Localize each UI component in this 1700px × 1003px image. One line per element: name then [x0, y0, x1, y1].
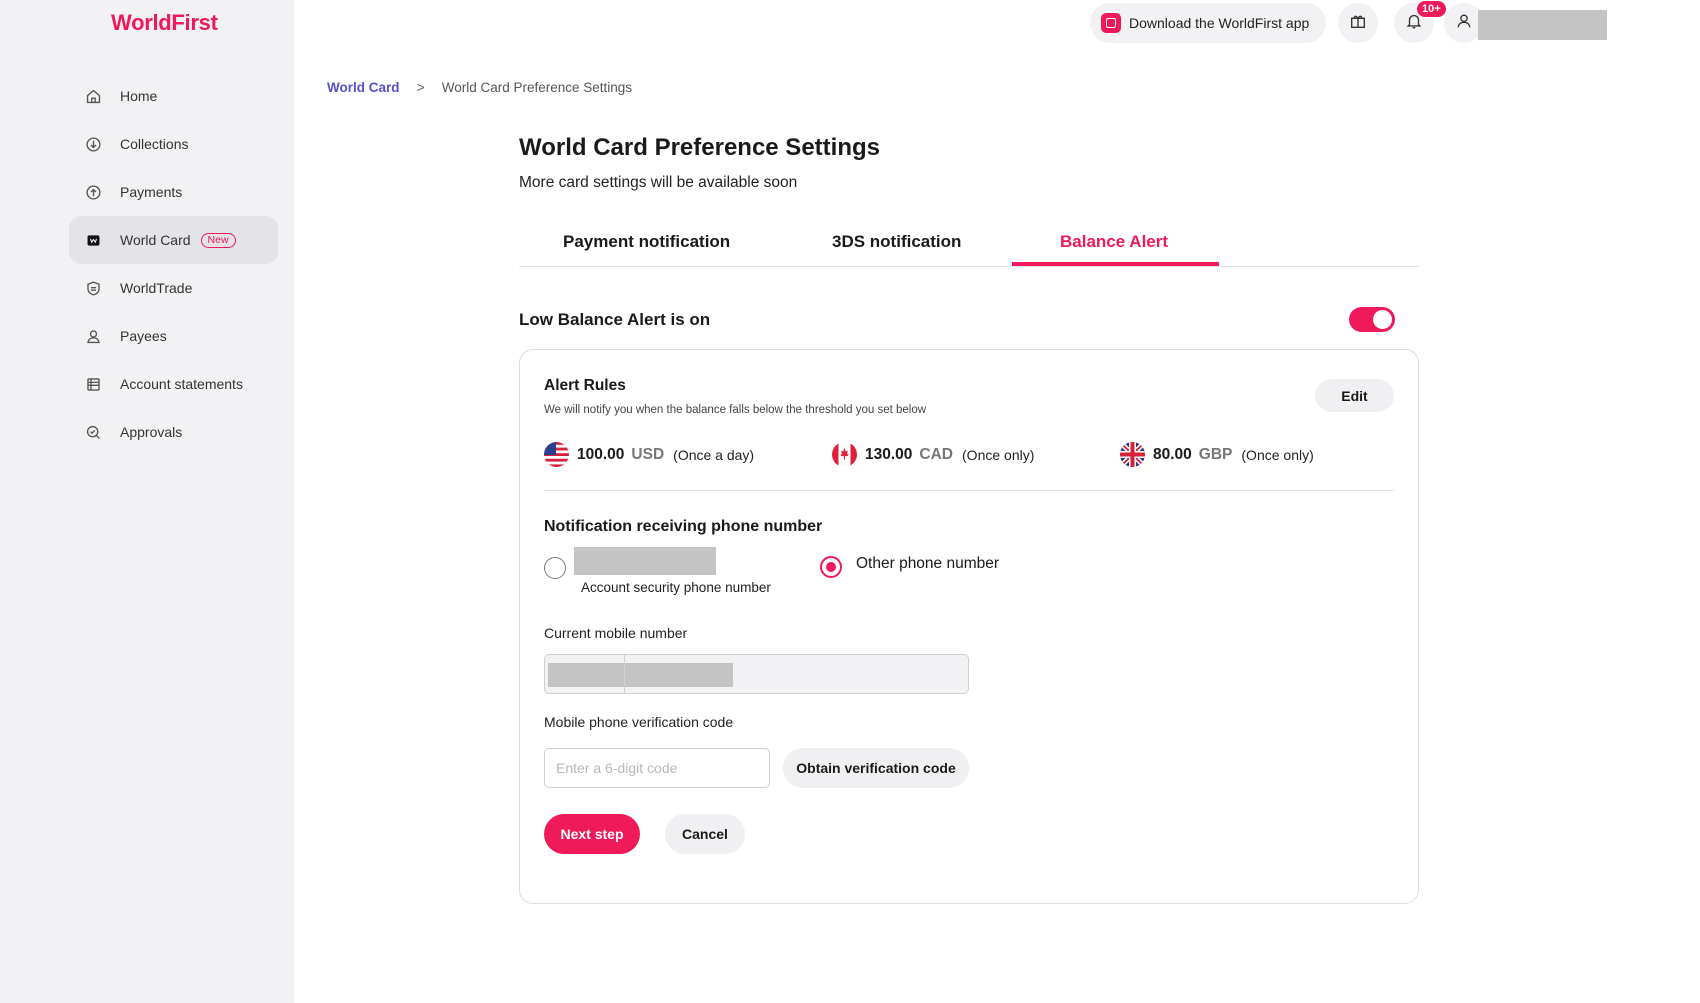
other-phone-radio[interactable] [820, 556, 842, 578]
sidebar-item-label: Payments [120, 184, 183, 200]
statements-icon [83, 374, 103, 394]
sidebar-item-label: Account statements [120, 376, 243, 392]
breadcrumb-separator: > [416, 79, 425, 95]
approvals-icon [83, 422, 103, 442]
sidebar-item-world-card[interactable]: World Card New [69, 216, 278, 264]
sidebar: WorldFirst Home Collections Payments Wor… [0, 0, 294, 1003]
tab-3ds-notification[interactable]: 3DS notification [832, 232, 961, 252]
sidebar-item-label: Payees [120, 328, 167, 344]
rule-amount: 100.00 [577, 445, 625, 463]
current-mobile-field [544, 654, 969, 694]
alert-rules-title: Alert Rules [544, 377, 626, 394]
sidebar-item-worldtrade[interactable]: WorldTrade [69, 264, 278, 312]
phone-section-title: Notification receiving phone number [544, 518, 823, 535]
rule-frequency: (Once only) [962, 446, 1035, 463]
gift-button[interactable] [1338, 3, 1378, 43]
user-icon [1455, 12, 1473, 35]
sidebar-item-label: Collections [120, 136, 189, 152]
notifications-button[interactable]: 10+ [1394, 0, 1447, 43]
sidebar-item-payees[interactable]: Payees [69, 312, 278, 360]
alert-rule-cad: 130.00 CAD (Once only) [832, 442, 1034, 467]
page-subtitle: More card settings will be available soo… [519, 174, 798, 191]
toggle-knob [1373, 310, 1392, 329]
sidebar-item-label: Home [120, 88, 158, 104]
rule-amount: 130.00 [865, 445, 913, 463]
edit-rules-button[interactable]: Edit [1315, 379, 1394, 412]
settings-tabs: Payment notification 3DS notification Ba… [519, 222, 1419, 267]
active-tab-indicator [1012, 262, 1219, 266]
new-badge: New [200, 232, 236, 248]
verification-code-label: Mobile phone verification code [544, 714, 734, 730]
sidebar-item-label: World Card [120, 232, 191, 248]
sidebar-item-account-statements[interactable]: Account statements [69, 360, 278, 408]
worldtrade-icon [83, 278, 103, 298]
breadcrumb: World Card > World Card Preference Setti… [327, 79, 632, 95]
sidebar-item-label: WorldTrade [120, 280, 193, 296]
rule-currency: USD [631, 445, 665, 463]
sidebar-item-home[interactable]: Home [69, 72, 278, 120]
download-app-button[interactable]: Download the WorldFirst app [1090, 3, 1326, 43]
rule-currency: GBP [1198, 445, 1233, 463]
rule-frequency: (Once a day) [673, 446, 755, 463]
tab-payment-notification[interactable]: Payment notification [563, 232, 730, 252]
sidebar-item-payments[interactable]: Payments [69, 168, 278, 216]
user-name-redacted[interactable] [1478, 10, 1607, 40]
alert-rule-usd: 100.00 USD (Once a day) [544, 442, 754, 467]
sidebar-item-collections[interactable]: Collections [69, 120, 278, 168]
worldfirst-app-icon [1101, 13, 1121, 33]
next-step-button[interactable]: Next step [544, 814, 640, 854]
alert-rule-gbp: 80.00 GBP (Once only) [1120, 442, 1314, 467]
low-balance-toggle[interactable] [1349, 307, 1395, 332]
sidebar-item-label: Approvals [120, 424, 183, 440]
section-divider [544, 490, 1394, 491]
country-code-separator [624, 655, 625, 693]
page-title: World Card Preference Settings [519, 134, 880, 161]
cancel-button[interactable]: Cancel [665, 814, 745, 854]
gift-icon [1349, 12, 1367, 35]
world-card-icon [83, 230, 103, 250]
rule-currency: CAD [919, 445, 954, 463]
gb-flag-icon [1120, 442, 1145, 467]
ca-flag-icon [832, 442, 857, 467]
breadcrumb-world-card-link[interactable]: World Card [327, 80, 400, 95]
rule-amount: 80.00 [1153, 445, 1192, 463]
worldfirst-logo[interactable]: WorldFirst [111, 10, 218, 36]
tab-balance-alert[interactable]: Balance Alert [1060, 232, 1168, 252]
app-root: WorldFirst Home Collections Payments Wor… [0, 0, 1700, 1003]
notification-count-badge: 10+ [1416, 0, 1447, 18]
account-phone-redacted [574, 547, 716, 575]
account-phone-sublabel: Account security phone number [581, 580, 771, 595]
rule-frequency: (Once only) [1241, 446, 1314, 463]
top-bar: Download the WorldFirst app 10+ [294, 0, 1700, 46]
obtain-code-button[interactable]: Obtain verification code [783, 748, 969, 788]
home-icon [83, 86, 103, 106]
mobile-number-redacted [548, 663, 733, 687]
payments-icon [83, 182, 103, 202]
payees-icon [83, 326, 103, 346]
us-flag-icon [544, 442, 569, 467]
low-balance-alert-title: Low Balance Alert is on [519, 310, 711, 329]
current-mobile-label: Current mobile number [544, 625, 688, 641]
sidebar-item-approvals[interactable]: Approvals [69, 408, 278, 456]
download-app-label: Download the WorldFirst app [1129, 15, 1310, 31]
balance-alert-card: Alert Rules We will notify you when the … [519, 349, 1419, 904]
account-phone-radio[interactable] [544, 557, 566, 579]
collections-icon [83, 134, 103, 154]
breadcrumb-current: World Card Preference Settings [441, 79, 633, 95]
other-phone-label[interactable]: Other phone number [856, 555, 999, 573]
verification-code-input[interactable] [544, 748, 770, 788]
alert-rules-description: We will notify you when the balance fall… [544, 404, 927, 416]
